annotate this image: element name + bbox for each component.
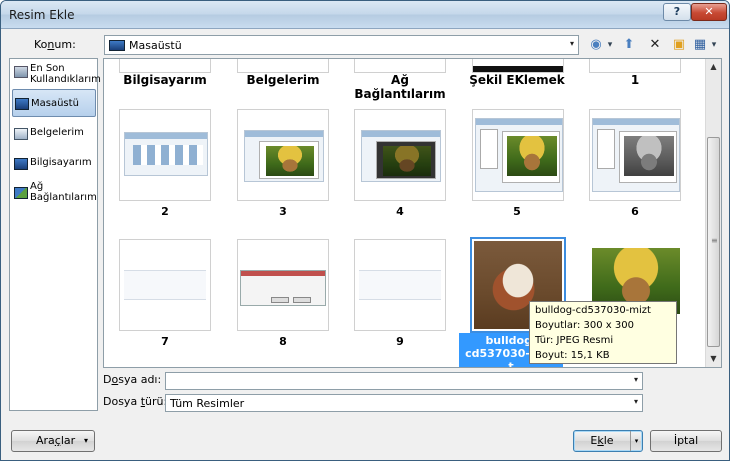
- location-combo[interactable]: Masaüstü ▾: [104, 35, 579, 55]
- thumbnail-2[interactable]: [119, 109, 211, 201]
- thumbnail-1[interactable]: [589, 59, 681, 73]
- thumbnail-3[interactable]: [237, 109, 329, 201]
- file-caption: 9: [396, 335, 404, 348]
- insert-dropdown-icon[interactable]: ▾: [630, 431, 642, 451]
- location-label: Konum:: [34, 38, 76, 51]
- thumbnail-network[interactable]: [354, 59, 446, 73]
- ribbon-preview: [124, 270, 206, 300]
- close-button[interactable]: ✕: [691, 3, 727, 21]
- place-desktop[interactable]: Masaüstü: [12, 89, 96, 117]
- file-caption: Bilgisayarım: [123, 73, 207, 87]
- places-bar: En Son Kullandıklarım Masaüstü Belgeleri…: [9, 58, 101, 411]
- filename-input[interactable]: ▾: [165, 372, 643, 390]
- file-caption: 6: [631, 205, 639, 218]
- filename-label: Dosya adı:: [103, 373, 162, 386]
- screenshot-preview: [124, 132, 208, 176]
- back-icon[interactable]: ◉: [587, 35, 605, 55]
- screenshot-preview: [592, 118, 680, 192]
- views-icon[interactable]: ▦: [691, 35, 709, 55]
- tools-button[interactable]: Araçlar ▾: [11, 430, 95, 452]
- thumbnail-8[interactable]: [237, 239, 329, 331]
- title-bar[interactable]: Resim Ekle ? ✕: [1, 1, 729, 29]
- window-title: Resim Ekle: [9, 8, 75, 22]
- delete-icon[interactable]: ✕: [645, 35, 665, 55]
- scroll-up-arrow[interactable]: ▲: [706, 59, 721, 75]
- chevron-down-icon: ▾: [83, 436, 88, 445]
- file-caption: Belgelerim: [246, 73, 320, 87]
- place-computer[interactable]: Bilgisayarım: [12, 155, 96, 171]
- screenshot-preview: [361, 130, 441, 182]
- thumbnail-4[interactable]: [354, 109, 446, 201]
- thumbnail-computer[interactable]: [119, 59, 211, 73]
- file-caption: 8: [279, 335, 287, 348]
- vertical-scrollbar[interactable]: ▲ ≡ ▼: [705, 59, 721, 367]
- desktop-icon: [15, 98, 29, 110]
- screenshot-preview: [475, 118, 563, 192]
- thumbnail-9[interactable]: [354, 239, 446, 331]
- chevron-down-icon[interactable]: ▾: [634, 375, 638, 384]
- thumbnail-sekil[interactable]: [472, 59, 564, 73]
- ribbon-preview: [359, 270, 441, 300]
- file-caption: 7: [161, 335, 169, 348]
- computer-icon: [14, 158, 28, 170]
- thumbnail-6[interactable]: [589, 109, 681, 201]
- network-icon: [14, 187, 28, 199]
- cancel-button[interactable]: İptal: [650, 430, 722, 452]
- help-button[interactable]: ?: [663, 3, 691, 21]
- thumbnail-7[interactable]: [119, 239, 211, 331]
- thumbnail-documents[interactable]: [237, 59, 329, 73]
- file-caption: Şekil EKlemek: [469, 73, 565, 87]
- insert-button[interactable]: Ekle ▾: [573, 430, 643, 452]
- desktop-icon: [109, 40, 125, 51]
- screenshot-preview: [244, 130, 324, 182]
- chevron-down-icon[interactable]: ▾: [634, 397, 638, 406]
- file-caption: 2: [161, 205, 169, 218]
- file-caption: Ağ Bağlantılarım: [354, 73, 446, 101]
- documents-icon: [14, 128, 28, 140]
- file-caption: 3: [279, 205, 287, 218]
- insert-picture-dialog: Resim Ekle ? ✕ Konum: Masaüstü ▾ ◉ ▾ ⬆ ✕…: [0, 0, 730, 461]
- views-dropdown-icon[interactable]: ▾: [709, 35, 719, 55]
- back-dropdown-icon[interactable]: ▾: [605, 35, 615, 55]
- new-folder-icon[interactable]: ▣: [669, 35, 689, 55]
- filetype-select[interactable]: Tüm Resimler ▾: [165, 394, 643, 412]
- thumbnail-5[interactable]: [472, 109, 564, 201]
- file-tooltip: bulldog-cd537030-mizt Boyutlar: 300 x 30…: [529, 301, 677, 364]
- file-caption: 5: [513, 205, 521, 218]
- recent-icon: [14, 66, 28, 78]
- file-caption: 4: [396, 205, 404, 218]
- location-value: Masaüstü: [129, 39, 182, 52]
- place-network[interactable]: Ağ Bağlantılarım: [12, 181, 97, 207]
- scroll-thumb[interactable]: ≡: [707, 137, 720, 347]
- place-recent[interactable]: En Son Kullandıklarım: [12, 63, 101, 89]
- chevron-down-icon[interactable]: ▾: [570, 39, 574, 48]
- filetype-label: Dosya türü:: [103, 395, 168, 408]
- dialog-preview: [240, 270, 326, 306]
- up-folder-icon[interactable]: ⬆: [619, 35, 639, 55]
- place-documents[interactable]: Belgelerim: [12, 125, 96, 141]
- scroll-down-arrow[interactable]: ▼: [706, 351, 721, 367]
- file-caption: 1: [630, 73, 640, 87]
